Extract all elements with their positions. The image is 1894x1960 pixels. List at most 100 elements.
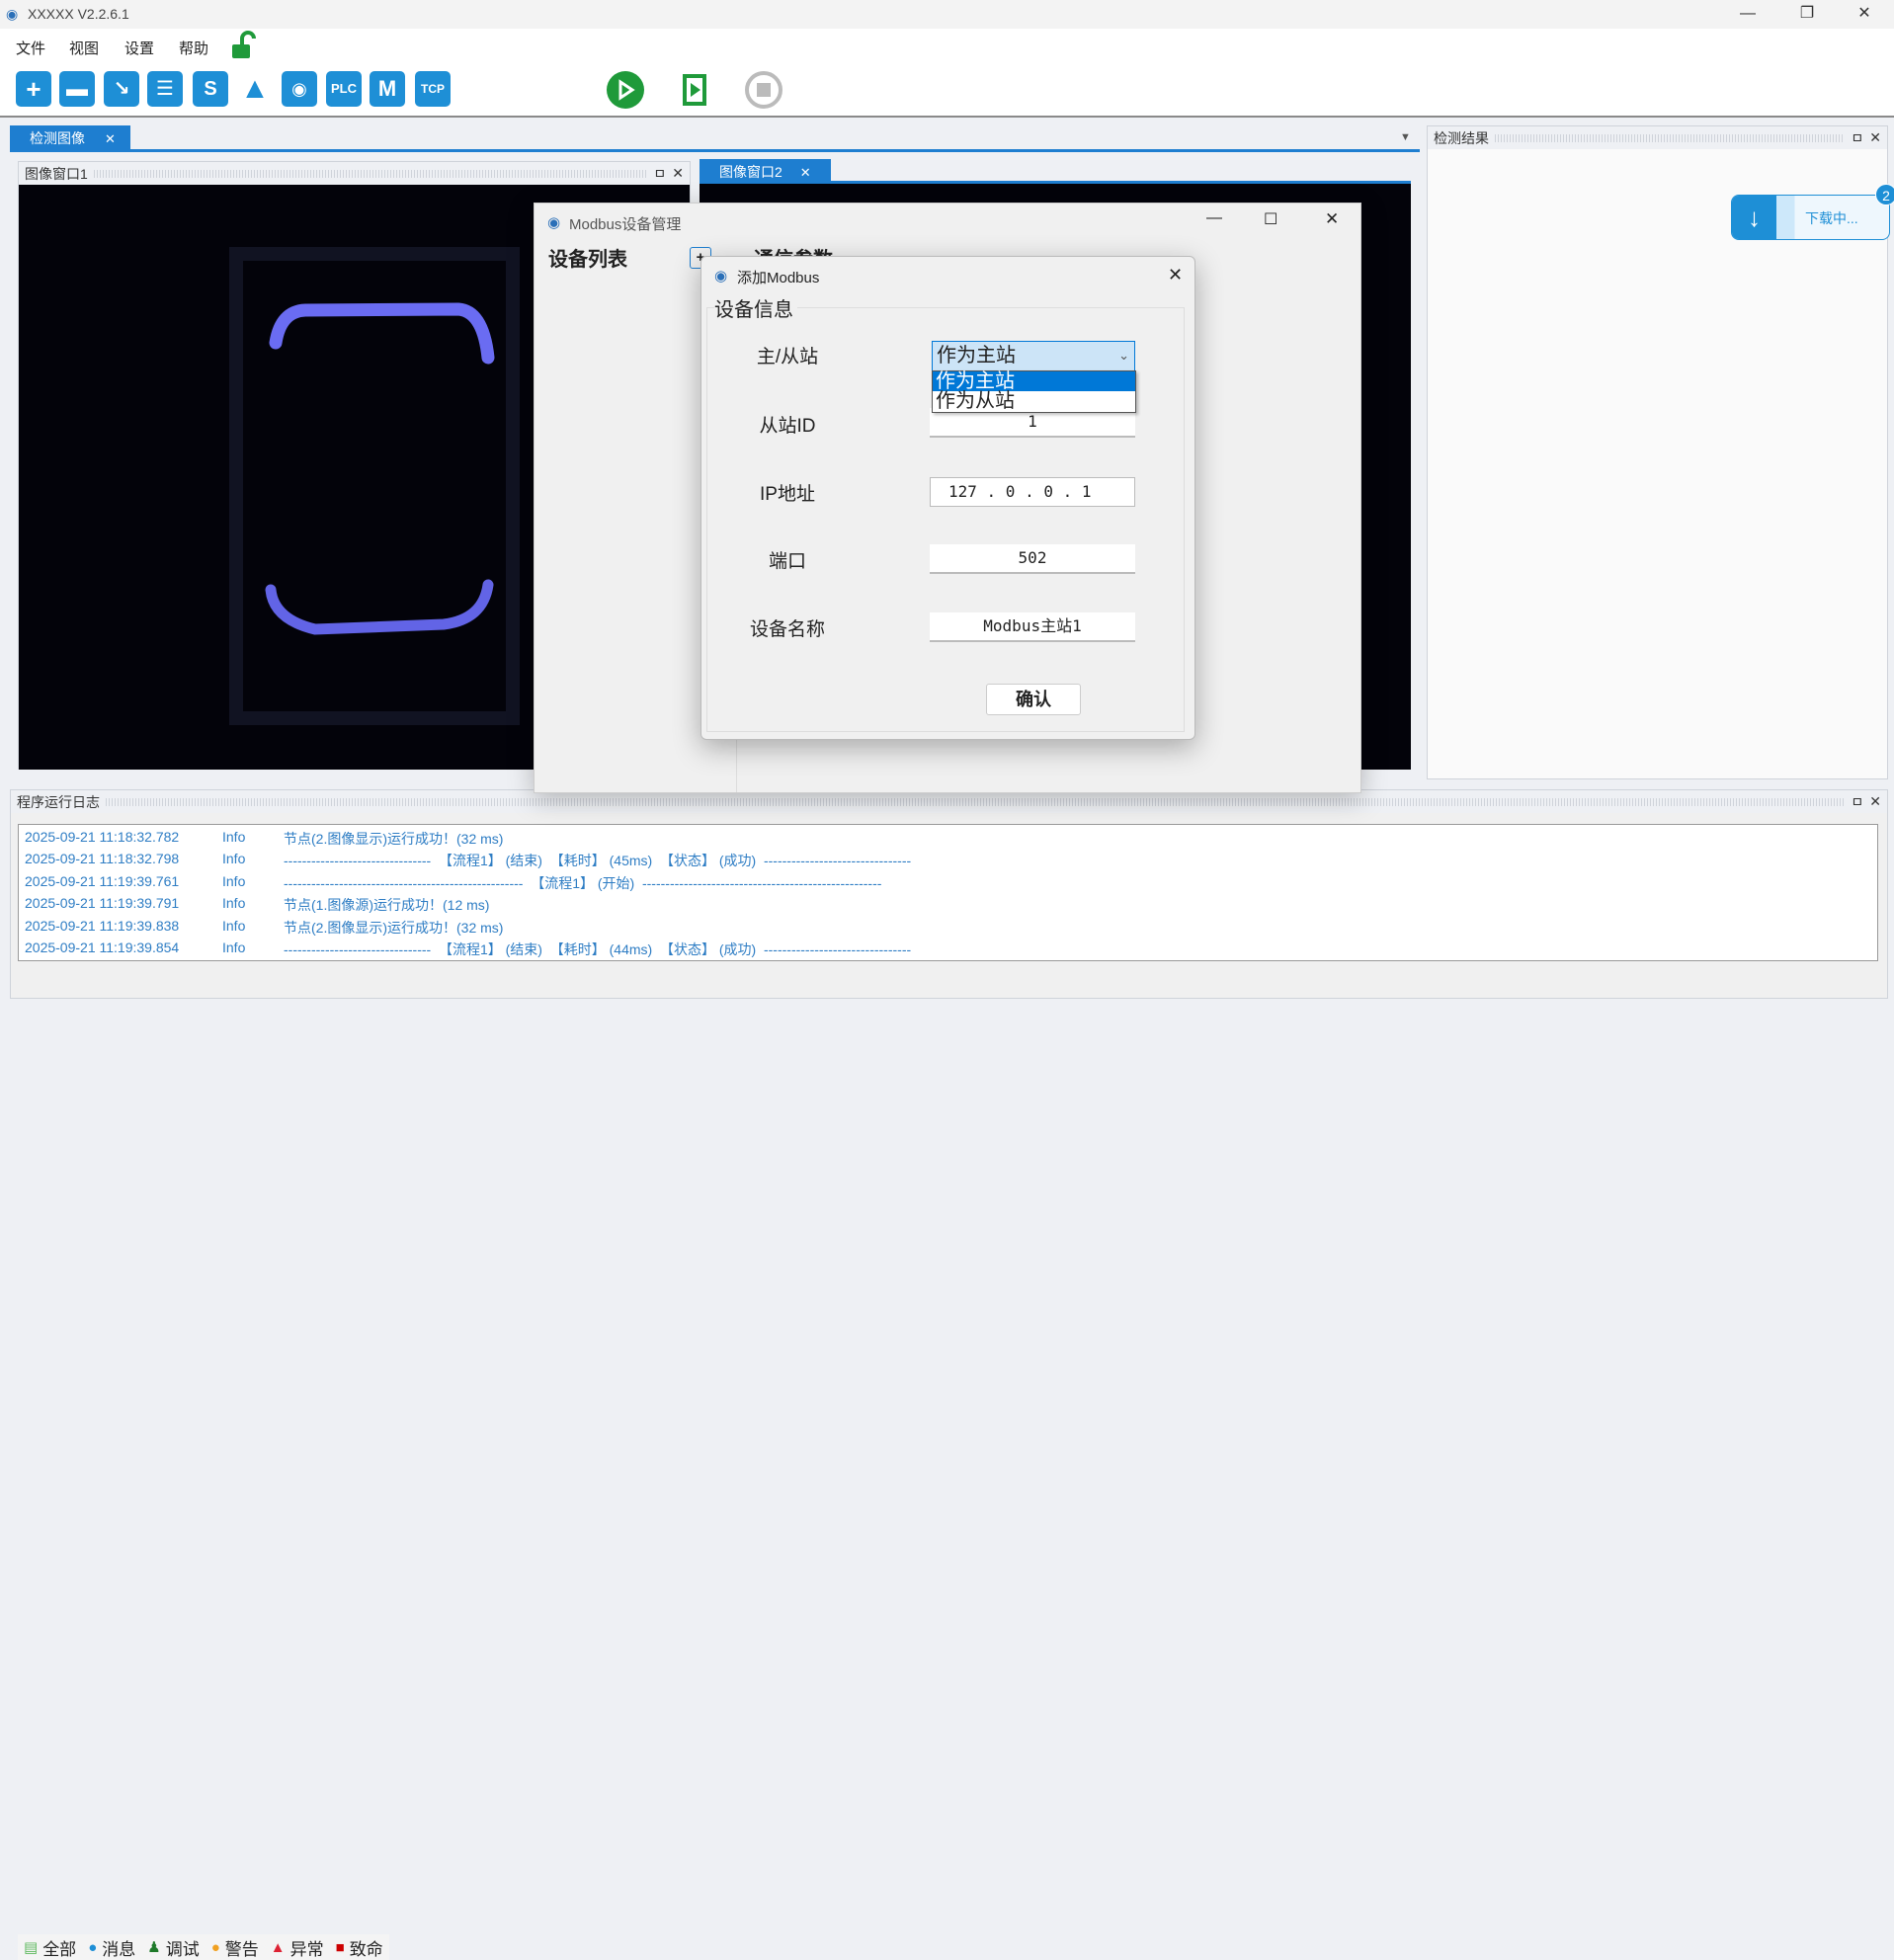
- log-level: Info: [222, 829, 246, 845]
- log-time: 2025-09-21 11:19:39.838: [25, 917, 180, 934]
- menu-view[interactable]: 视图: [69, 38, 99, 58]
- modbus-button[interactable]: M: [370, 71, 405, 107]
- role-select-value: 作为主站: [937, 345, 1016, 367]
- log-time: 2025-09-21 11:19:39.761: [25, 872, 180, 889]
- log-time: 2025-09-21 11:18:32.782: [25, 829, 180, 845]
- stop-button[interactable]: [744, 70, 783, 110]
- slave-id-label: 从站ID: [759, 416, 816, 437]
- log-level: Info: [222, 851, 246, 867]
- unlock-icon[interactable]: [230, 31, 262, 60]
- device-list-title: 设备列表: [548, 249, 627, 271]
- log-filter-label: 全部: [42, 1939, 77, 1959]
- pin-icon[interactable]: ㅁ: [1851, 792, 1863, 812]
- log-filter-warning[interactable]: ● 警告: [205, 1934, 265, 1960]
- chevron-down-icon: ⌄: [1118, 348, 1129, 363]
- menu-file[interactable]: 文件: [16, 38, 45, 58]
- menu-bar: 文件 视图 设置 帮助: [0, 29, 1894, 64]
- log-level: Info: [222, 917, 246, 934]
- log-filter-fatal[interactable]: ■ 致命: [329, 1934, 389, 1960]
- results-header: 检测结果 ㅁ ✕: [1428, 126, 1887, 149]
- log-filter-label: 警告: [224, 1939, 259, 1959]
- close-button[interactable]: ✕: [1325, 209, 1339, 229]
- app-title: XXXXX V2.2.6.1: [28, 6, 129, 22]
- camera-button[interactable]: ◉: [282, 71, 317, 107]
- log-time: 2025-09-21 11:18:32.798: [25, 851, 180, 867]
- log-msg: 节点(2.图像显示)运行成功！(32 ms): [284, 919, 504, 936]
- role-label: 主/从站: [756, 347, 819, 368]
- log-level: Info: [222, 939, 246, 955]
- group-title: 设备信息: [714, 293, 797, 322]
- ip-field[interactable]: 127 . 0 . 0 . 1: [930, 477, 1135, 507]
- app-logo-icon: ◉: [714, 268, 728, 285]
- log-filter-label: 异常: [289, 1939, 324, 1959]
- log-time: 2025-09-21 11:19:39.854: [25, 939, 180, 955]
- download-label: 下载中...: [1805, 210, 1858, 226]
- tcp-button[interactable]: TCP: [415, 71, 451, 107]
- results-title: 检测结果: [1434, 129, 1489, 146]
- app-logo-icon: ◉: [6, 6, 19, 22]
- close-button[interactable]: ✕: [1842, 2, 1887, 26]
- toolbar: + ▬ ↘ ☰ S ▲ ◉ PLC M TCP: [0, 64, 1894, 118]
- log-filter-error[interactable]: ▲ 异常: [264, 1934, 330, 1960]
- log-level: Info: [222, 872, 246, 889]
- log-msg: 节点(2.图像显示)运行成功！(32 ms): [284, 831, 504, 847]
- log-time: 2025-09-21 11:19:39.791: [25, 895, 180, 912]
- download-badge: 2: [1875, 184, 1894, 205]
- role-dropdown: 作为主站 作为从站: [932, 370, 1136, 413]
- close-icon[interactable]: ✕: [672, 165, 684, 182]
- light-button[interactable]: ▲: [237, 71, 273, 107]
- tab-image-window-2[interactable]: 图像窗口2 ✕: [700, 159, 831, 182]
- log-msg: 节点(1.图像源)运行成功！(12 ms): [284, 897, 490, 914]
- tab-detection-image[interactable]: 检测图像 ✕: [10, 125, 130, 150]
- flow-switch-button[interactable]: S: [193, 71, 228, 107]
- plc-button[interactable]: PLC: [326, 71, 362, 107]
- new-file-button[interactable]: +: [16, 71, 51, 107]
- error-icon: ▲: [270, 1938, 286, 1956]
- ip-label: IP地址: [760, 484, 815, 505]
- image-window-1-header: 图像窗口1 ㅁ ✕: [19, 162, 690, 185]
- chevron-down-icon[interactable]: ▼: [1400, 131, 1411, 143]
- log-header: 程序运行日志 ㅁ ✕: [11, 790, 1887, 813]
- save-button[interactable]: ☰: [147, 71, 183, 107]
- debug-icon: ♟: [147, 1939, 161, 1956]
- close-icon[interactable]: ✕: [800, 165, 811, 180]
- log-list[interactable]: 2025-09-21 11:18:32.782 Info 节点(2.图像显示)运行成…: [18, 824, 1878, 961]
- device-name-field[interactable]: Modbus主站1: [930, 612, 1135, 642]
- log-filter-all[interactable]: ▤ 全部: [18, 1934, 83, 1960]
- info-icon: ●: [88, 1938, 98, 1956]
- all-icon: ▤: [24, 1939, 39, 1956]
- device-name-label: 设备名称: [749, 619, 825, 640]
- close-icon[interactable]: ✕: [1869, 129, 1881, 146]
- app-logo-icon: ◉: [547, 214, 561, 231]
- menu-settings[interactable]: 设置: [124, 38, 154, 58]
- role-option-master[interactable]: 作为主站: [933, 371, 1135, 391]
- dialog-title: 添加Modbus: [737, 270, 820, 286]
- download-widget[interactable]: ↓ 下载中... 2: [1731, 184, 1894, 240]
- maximize-button[interactable]: ☐: [1264, 209, 1277, 229]
- modbus-window-title: Modbus设备管理: [569, 216, 682, 233]
- role-option-slave[interactable]: 作为从站: [933, 391, 1135, 412]
- close-button[interactable]: ✕: [1168, 265, 1183, 286]
- open-folder-button[interactable]: ▬: [59, 71, 95, 107]
- port-label: 端口: [768, 551, 806, 572]
- pin-icon[interactable]: ㅁ: [653, 164, 666, 184]
- log-filter-tabs: ▤ 全部 ● 消息 ♟ 调试 ● 警告 ▲ 异常 ■ 致命: [18, 966, 389, 1960]
- restore-button[interactable]: ❐: [1784, 2, 1830, 26]
- confirm-button[interactable]: 确认: [986, 684, 1081, 715]
- import-button[interactable]: ↘: [104, 71, 139, 107]
- tab-label: 图像窗口2: [719, 164, 782, 180]
- port-field[interactable]: 502: [930, 544, 1135, 574]
- log-filter-label: 消息: [102, 1939, 136, 1959]
- close-icon[interactable]: ✕: [105, 131, 116, 146]
- menu-help[interactable]: 帮助: [179, 38, 208, 58]
- log-level: Info: [222, 895, 246, 912]
- log-filter-info[interactable]: ● 消息: [82, 1934, 142, 1960]
- role-select[interactable]: 作为主站 ⌄: [932, 341, 1135, 371]
- log-filter-debug[interactable]: ♟ 调试: [141, 1934, 206, 1960]
- run-loop-button[interactable]: [675, 70, 714, 110]
- pin-icon[interactable]: ㅁ: [1851, 128, 1863, 148]
- run-button[interactable]: [606, 70, 645, 110]
- close-icon[interactable]: ✕: [1869, 793, 1881, 810]
- minimize-button[interactable]: —: [1725, 2, 1770, 26]
- minimize-button[interactable]: —: [1206, 209, 1222, 227]
